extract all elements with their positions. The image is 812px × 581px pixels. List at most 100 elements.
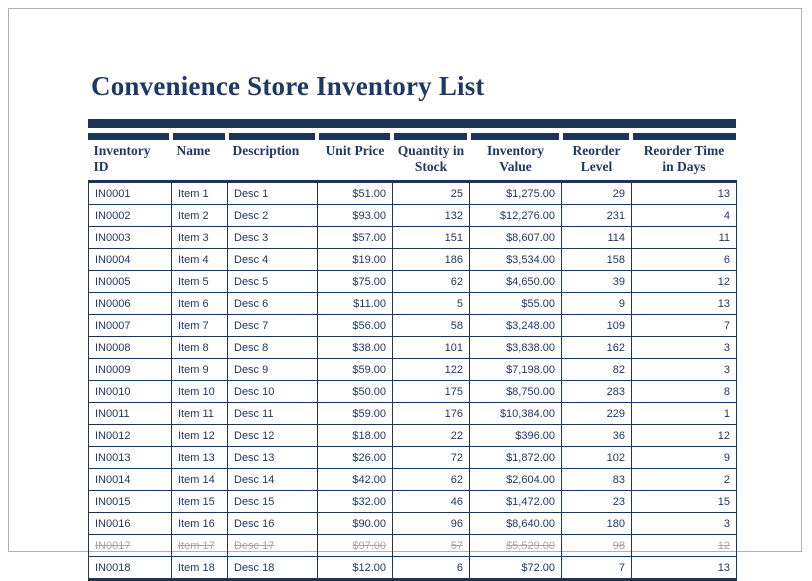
cell-quantity-in-stock: 5 <box>392 292 470 316</box>
table-header: Inventory ID Name Description Unit Price… <box>88 140 737 182</box>
cell-inventory-id: IN0003 <box>88 226 172 250</box>
cell-unit-price: $26.00 <box>317 446 393 470</box>
cell-description: Desc 11 <box>227 402 318 426</box>
cell-reorder-level: 229 <box>561 402 632 426</box>
header-accent-bar-segmented <box>88 133 736 140</box>
cell-reorder-time-in-days: 12 <box>631 270 737 294</box>
cell-reorder-level: 114 <box>561 226 632 250</box>
cell-description: Desc 6 <box>227 292 318 316</box>
cell-description: Desc 7 <box>227 314 318 338</box>
cell-inventory-value: $7,198.00 <box>469 358 562 382</box>
cell-name: Item 13 <box>171 446 228 470</box>
cell-name: Item 8 <box>171 336 228 360</box>
table-row[interactable]: IN0011 Item 11 Desc 11 $59.00 176 $10,384.00 2… <box>88 402 737 426</box>
table-body: IN0001 Item 1 Desc 1 $51.00 25 $1,275.00 29 13 I… <box>88 181 737 581</box>
cell-inventory-id: IN0010 <box>88 380 172 404</box>
cell-quantity-in-stock: 96 <box>392 512 470 536</box>
cell-quantity-in-stock: 25 <box>392 181 470 206</box>
cell-inventory-id: IN0011 <box>88 402 172 426</box>
cell-quantity-in-stock: 122 <box>392 358 470 382</box>
cell-reorder-time-in-days: 15 <box>631 490 737 514</box>
header-accent-bar-solid <box>88 119 736 128</box>
cell-name: Item 9 <box>171 358 228 382</box>
cell-name: Item 5 <box>171 270 228 294</box>
cell-description: Desc 8 <box>227 336 318 360</box>
column-header-name: Name <box>176 143 211 158</box>
cell-inventory-value: $8,607.00 <box>469 226 562 250</box>
cell-unit-price: $90.00 <box>317 512 393 536</box>
table-row[interactable]: IN0017 Item 17 Desc 17 $97.00 57 $5,529.00 98 1… <box>88 534 737 558</box>
cell-quantity-in-stock: 186 <box>392 248 470 272</box>
table-row[interactable]: IN0001 Item 1 Desc 1 $51.00 25 $1,275.00 29 13 <box>88 181 737 206</box>
column-header-quantity-in-stock: Quantity in Stock <box>397 143 465 174</box>
cell-description: Desc 15 <box>227 490 318 514</box>
table-row[interactable]: IN0016 Item 16 Desc 16 $90.00 96 $8,640.00 180… <box>88 512 737 536</box>
cell-description: Desc 14 <box>227 468 318 492</box>
table-row[interactable]: IN0003 Item 3 Desc 3 $57.00 151 $8,607.00 114 1… <box>88 226 737 250</box>
cell-reorder-time-in-days: 3 <box>631 512 737 536</box>
cell-unit-price: $11.00 <box>317 292 393 316</box>
cell-name: Item 6 <box>171 292 228 316</box>
cell-unit-price: $56.00 <box>317 314 393 338</box>
cell-quantity-in-stock: 62 <box>392 468 470 492</box>
accent-bar-segment <box>633 133 736 140</box>
cell-name: Item 15 <box>171 490 228 514</box>
column-header-reorder-level: Reorder Level <box>572 143 621 174</box>
cell-unit-price: $97.00 <box>317 534 393 558</box>
cell-inventory-id: IN0015 <box>88 490 172 514</box>
table-row[interactable]: IN0006 Item 6 Desc 6 $11.00 5 $55.00 9 13 <box>88 292 737 316</box>
table-row[interactable]: IN0014 Item 14 Desc 14 $42.00 62 $2,604.00 83 2 <box>88 468 737 492</box>
cell-name: Item 1 <box>171 181 228 206</box>
cell-unit-price: $50.00 <box>317 380 393 404</box>
cell-inventory-value: $396.00 <box>469 424 562 448</box>
cell-name: Item 7 <box>171 314 228 338</box>
cell-inventory-id: IN0006 <box>88 292 172 316</box>
cell-quantity-in-stock: 72 <box>392 446 470 470</box>
cell-reorder-level: 9 <box>561 292 632 316</box>
cell-unit-price: $51.00 <box>317 181 393 206</box>
cell-quantity-in-stock: 175 <box>392 380 470 404</box>
cell-unit-price: $42.00 <box>317 468 393 492</box>
table-row[interactable]: IN0009 Item 9 Desc 9 $59.00 122 $7,198.00 82 3 <box>88 358 737 382</box>
table-row[interactable]: IN0018 Item 18 Desc 18 $12.00 6 $72.00 7 13 <box>88 556 737 581</box>
table-row[interactable]: IN0004 Item 4 Desc 4 $19.00 186 $3,534.00 158 6 <box>88 248 737 272</box>
cell-unit-price: $59.00 <box>317 402 393 426</box>
cell-reorder-level: 283 <box>561 380 632 404</box>
cell-reorder-time-in-days: 2 <box>631 468 737 492</box>
cell-description: Desc 3 <box>227 226 318 250</box>
column-header-inventory-value: Inventory Value <box>487 143 544 174</box>
cell-reorder-time-in-days: 3 <box>631 336 737 360</box>
cell-quantity-in-stock: 151 <box>392 226 470 250</box>
cell-inventory-id: IN0008 <box>88 336 172 360</box>
cell-reorder-time-in-days: 1 <box>631 402 737 426</box>
table-row[interactable]: IN0002 Item 2 Desc 2 $93.00 132 $12,276.00 231… <box>88 204 737 228</box>
table-row[interactable]: IN0005 Item 5 Desc 5 $75.00 62 $4,650.00 39 12 <box>88 270 737 294</box>
table-row[interactable]: IN0015 Item 15 Desc 15 $32.00 46 $1,472.00 23 1… <box>88 490 737 514</box>
cell-inventory-value: $8,640.00 <box>469 512 562 536</box>
cell-inventory-value: $3,534.00 <box>469 248 562 272</box>
cell-description: Desc 1 <box>227 181 318 206</box>
cell-inventory-value: $8,750.00 <box>469 380 562 404</box>
cell-reorder-level: 109 <box>561 314 632 338</box>
table-row[interactable]: IN0012 Item 12 Desc 12 $18.00 22 $396.00 36 12 <box>88 424 737 448</box>
cell-reorder-time-in-days: 3 <box>631 358 737 382</box>
cell-description: Desc 17 <box>227 534 318 558</box>
cell-inventory-id: IN0017 <box>88 534 172 558</box>
cell-name: Item 10 <box>171 380 228 404</box>
table-row[interactable]: IN0008 Item 8 Desc 8 $38.00 101 $3,838.00 162 3 <box>88 336 737 360</box>
cell-reorder-level: 162 <box>561 336 632 360</box>
table-row[interactable]: IN0010 Item 10 Desc 10 $50.00 175 $8,750.00 28… <box>88 380 737 404</box>
cell-reorder-level: 7 <box>561 556 632 581</box>
table-row[interactable]: IN0013 Item 13 Desc 13 $26.00 72 $1,872.00 102… <box>88 446 737 470</box>
cell-quantity-in-stock: 46 <box>392 490 470 514</box>
table-row[interactable]: IN0007 Item 7 Desc 7 $56.00 58 $3,248.00 109 7 <box>88 314 737 338</box>
accent-bar-segment <box>319 133 390 140</box>
cell-quantity-in-stock: 62 <box>392 270 470 294</box>
cell-inventory-id: IN0016 <box>88 512 172 536</box>
cell-reorder-level: 102 <box>561 446 632 470</box>
cell-inventory-value: $1,275.00 <box>469 181 562 206</box>
cell-inventory-value: $12,276.00 <box>469 204 562 228</box>
cell-description: Desc 10 <box>227 380 318 404</box>
cell-inventory-id: IN0005 <box>88 270 172 294</box>
cell-reorder-time-in-days: 8 <box>631 380 737 404</box>
